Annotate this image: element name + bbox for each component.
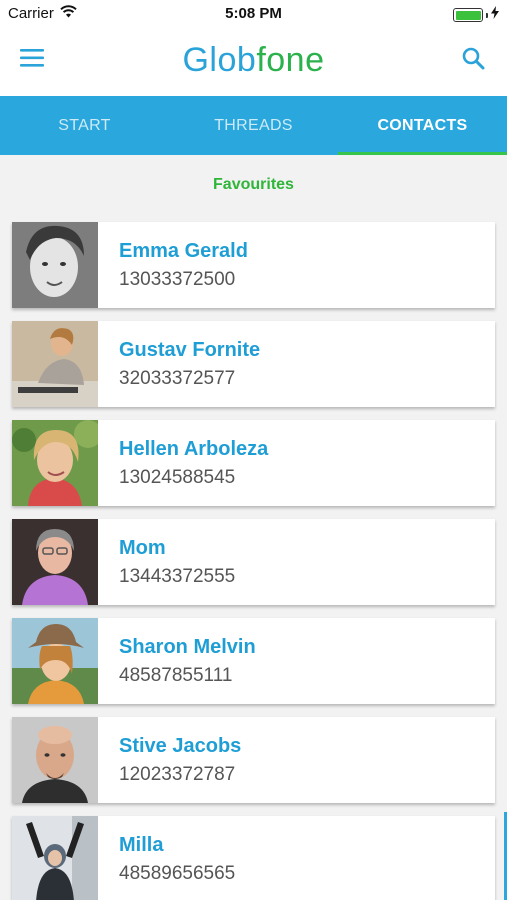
logo-text: Globfone	[182, 41, 325, 79]
avatar	[12, 816, 98, 900]
avatar	[12, 519, 98, 605]
avatar	[12, 420, 98, 506]
contact-card[interactable]: Sharon Melvin 48587855111	[12, 618, 495, 704]
contact-info: Sharon Melvin 48587855111	[98, 618, 256, 704]
battery-tip	[486, 12, 488, 18]
app-header: Globfone	[0, 26, 507, 96]
contact-phone: 13033372500	[119, 269, 236, 290]
contact-phone: 48589656565	[119, 863, 236, 884]
contact-name: Hellen Arboleza	[119, 438, 269, 460]
contact-info: Emma Gerald 13033372500	[98, 222, 248, 308]
tab-start[interactable]: START	[0, 96, 169, 155]
search-icon[interactable]	[461, 46, 491, 76]
contact-info: Hellen Arboleza 13024588545	[98, 420, 268, 506]
avatar	[12, 717, 98, 803]
tab-bar: START THREADS CONTACTS	[0, 96, 507, 155]
contact-card[interactable]: Gustav Fornite 32033372577	[12, 321, 495, 407]
contact-info: Gustav Fornite 32033372577	[98, 321, 260, 407]
tab-threads[interactable]: THREADS	[169, 96, 338, 155]
contact-phone: 48587855111	[119, 665, 233, 686]
contact-name: Mom	[119, 537, 166, 559]
contact-phone: 13443372555	[119, 566, 236, 587]
favourites-heading: Favourites	[213, 176, 294, 193]
contact-info: Milla 48589656565	[98, 816, 235, 900]
tab-label: CONTACTS	[377, 116, 468, 134]
contact-card[interactable]: Emma Gerald 13033372500	[12, 222, 495, 308]
contact-name: Stive Jacobs	[119, 735, 242, 757]
avatar	[12, 321, 98, 407]
contact-name: Milla	[119, 834, 164, 856]
contact-phone: 12023372787	[119, 764, 236, 785]
contact-card[interactable]: Hellen Arboleza 13024588545	[12, 420, 495, 506]
contact-card[interactable]: Stive Jacobs 12023372787	[12, 717, 495, 803]
contact-info: Stive Jacobs 12023372787	[98, 717, 241, 803]
contact-card[interactable]: Milla 48589656565	[12, 816, 495, 900]
tab-contacts[interactable]: CONTACTS	[338, 96, 507, 155]
battery-status	[453, 6, 499, 24]
avatar	[12, 618, 98, 704]
clock: 5:08 PM	[225, 5, 282, 22]
app-logo: Globfone	[0, 40, 507, 80]
contact-name: Sharon Melvin	[119, 636, 256, 658]
contact-name: Emma Gerald	[119, 240, 248, 262]
tab-label: START	[58, 116, 111, 134]
contact-phone: 13024588545	[119, 467, 236, 488]
contact-info: Mom 13443372555	[98, 519, 235, 605]
contact-phone: 32033372577	[119, 368, 236, 389]
contact-list: Emma Gerald 13033372500 Gustav Fornite 3…	[12, 222, 495, 900]
status-bar: Carrier 5:08 PM	[0, 0, 507, 26]
contact-name: Gustav Fornite	[119, 339, 261, 361]
charging-bolt-icon	[491, 6, 499, 24]
battery-icon	[453, 8, 483, 22]
contact-card[interactable]: Mom 13443372555	[12, 519, 495, 605]
tab-label: THREADS	[214, 116, 293, 134]
avatar	[12, 222, 98, 308]
